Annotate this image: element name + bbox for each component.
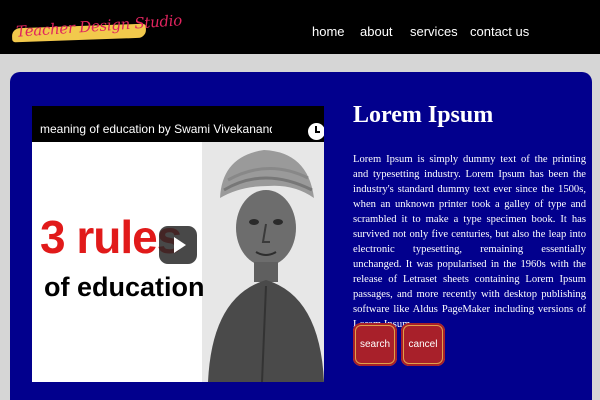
- brand-logo[interactable]: Teacher Design Studio: [11, 11, 182, 48]
- embedded-video-player[interactable]: meaning of education by Swami Vivekanand…: [32, 106, 324, 382]
- nav-about-link[interactable]: about: [360, 24, 393, 39]
- nav-services-link[interactable]: services: [410, 24, 458, 39]
- nav-contact-link[interactable]: contact us: [470, 24, 529, 39]
- top-navbar: Teacher Design Studio home about service…: [0, 0, 600, 54]
- nav-home-link[interactable]: home: [312, 24, 345, 39]
- section-body-text: Lorem Ipsum is simply dummy text of the …: [353, 154, 586, 330]
- cancel-button[interactable]: cancel: [401, 323, 445, 366]
- video-title[interactable]: meaning of education by Swami Vivekanand…: [40, 122, 272, 136]
- video-subheadline: of education: [44, 272, 205, 302]
- section-heading: Lorem Ipsum: [353, 102, 494, 128]
- watch-later-icon[interactable]: [308, 123, 324, 140]
- play-button[interactable]: [159, 226, 197, 264]
- search-button[interactable]: search: [353, 323, 397, 366]
